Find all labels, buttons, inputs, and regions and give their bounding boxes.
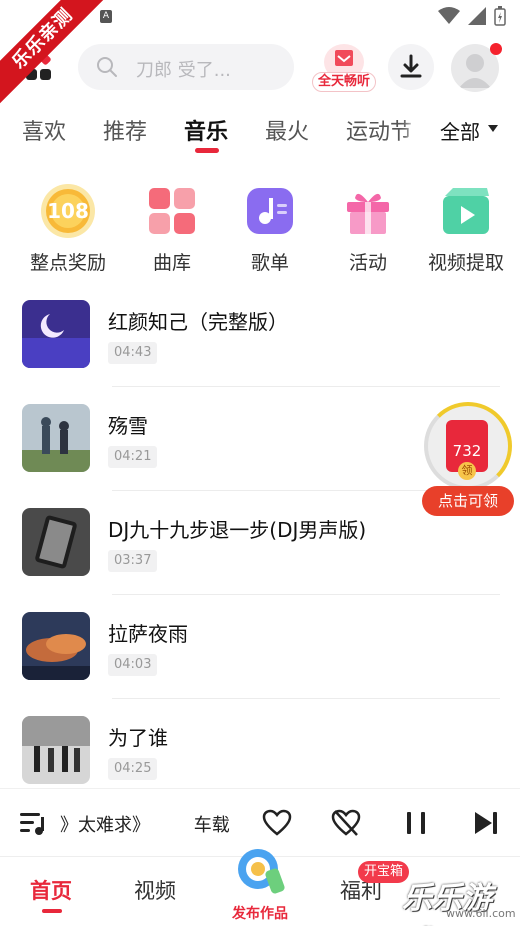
search-placeholder: 刀郎 受了... — [136, 60, 231, 81]
publish-icon[interactable] — [232, 845, 288, 897]
wifi-icon — [438, 7, 460, 24]
dislike-icon[interactable] — [331, 809, 361, 837]
active-tab-indicator — [195, 148, 219, 153]
nav-video[interactable]: 视频 — [134, 875, 176, 905]
library-icon — [145, 184, 199, 238]
song-title: DJ九十九步退一步(DJ男声版) — [108, 518, 367, 542]
song-title: 为了谁 — [108, 726, 168, 750]
song-cover — [22, 612, 90, 680]
song-title: 殇雪 — [108, 414, 148, 438]
tab-all-label: 全部 — [440, 120, 480, 144]
song-cover — [22, 716, 90, 784]
coin-badge-text: 108 — [47, 199, 89, 223]
tab-like[interactable]: 喜欢 — [22, 114, 66, 146]
battery-icon — [494, 6, 506, 26]
next-track-icon[interactable] — [472, 809, 500, 837]
like-heart-icon[interactable] — [262, 809, 292, 837]
tab-hottest[interactable]: 最火 — [265, 114, 309, 146]
song-duration: 04:03 — [108, 654, 158, 676]
now-playing-text: 》太难求》 — [60, 815, 150, 836]
reward-claim-button[interactable]: 点击可领 — [422, 486, 514, 516]
divider — [112, 386, 500, 387]
coin-108-icon: 108 — [41, 184, 95, 238]
promo-ribbon: 乐乐亲测 — [0, 0, 110, 110]
floating-reward-widget[interactable]: 732 领 点击可领 — [422, 400, 514, 518]
playlist-queue-icon[interactable] — [20, 811, 48, 837]
caret-down-icon — [488, 125, 498, 132]
signal-icon — [468, 7, 486, 25]
category-tabs: 喜欢 推荐 音乐 最火 运动节 全部 — [0, 108, 520, 156]
status-icons — [438, 6, 506, 26]
video-extract-icon — [439, 184, 493, 238]
song-cover — [22, 404, 90, 472]
song-duration: 04:21 — [108, 446, 158, 468]
playlist-icon — [243, 184, 297, 238]
song-duration: 04:25 — [108, 758, 158, 780]
quick-entry-label: 视频提取 — [427, 252, 504, 274]
all-day-label: 全天畅听 — [312, 72, 376, 92]
publish-label: 发布作品 — [232, 906, 288, 922]
divider — [112, 594, 500, 595]
quick-entry-label: 歌单 — [250, 252, 289, 274]
song-title: 红颜知己（完整版） — [108, 310, 288, 334]
pause-icon[interactable] — [404, 809, 428, 837]
now-playing-marquee[interactable]: 》太难求》 车载 — [60, 811, 246, 837]
quick-entry-label: 曲库 — [152, 252, 191, 274]
quick-entry-activity[interactable]: 活动 — [328, 184, 408, 275]
ribbon-text: 乐乐亲测 — [0, 0, 110, 110]
quick-entry-library[interactable]: 曲库 — [132, 184, 212, 275]
tab-all-dropdown[interactable]: 全部 — [420, 108, 520, 156]
reward-coin: 领 — [458, 462, 476, 480]
quick-entry-playlist[interactable]: 歌单 — [230, 184, 310, 275]
tab-recommend[interactable]: 推荐 — [103, 114, 147, 146]
song-duration: 04:43 — [108, 342, 158, 364]
search-input[interactable]: 刀郎 受了... — [78, 44, 294, 90]
avatar-red-dot — [490, 43, 502, 55]
song-item[interactable]: 拉萨夜雨 04:03 — [22, 612, 502, 716]
bottom-navigation: 首页 视频 发布作品 福利 开宝箱 乐乐游戏 www.6ll.com — [0, 849, 520, 926]
site-watermark-url: www.6ll.com — [446, 907, 516, 920]
quick-entry-hourly-reward[interactable]: 108 整点奖励 — [28, 184, 108, 275]
quick-entry-video-extract[interactable]: 视频提取 — [426, 184, 506, 275]
song-cover — [22, 300, 90, 368]
tab-music[interactable]: 音乐 — [184, 114, 228, 146]
song-item[interactable]: DJ九十九步退一步(DJ男声版) 03:37 — [22, 508, 502, 612]
download-button[interactable] — [388, 44, 434, 90]
quick-entry-label: 活动 — [348, 252, 387, 274]
song-cover — [22, 508, 90, 576]
gift-icon — [341, 184, 395, 238]
reward-amount: 732 — [452, 442, 482, 460]
song-item[interactable]: 红颜知己（完整版） 04:43 — [22, 300, 502, 404]
tab-sports-festival[interactable]: 运动节 — [346, 114, 412, 146]
nav-active-indicator — [42, 909, 62, 913]
divider — [112, 698, 500, 699]
all-day-listen-button[interactable]: 全天畅听 — [312, 44, 376, 92]
download-icon — [400, 54, 422, 78]
song-title: 拉萨夜雨 — [108, 622, 188, 646]
quick-entry-label: 整点奖励 — [29, 252, 106, 274]
nav-home[interactable]: 首页 — [30, 875, 72, 905]
now-playing-text-next: 车载 — [193, 815, 230, 836]
song-duration: 03:37 — [108, 550, 158, 572]
